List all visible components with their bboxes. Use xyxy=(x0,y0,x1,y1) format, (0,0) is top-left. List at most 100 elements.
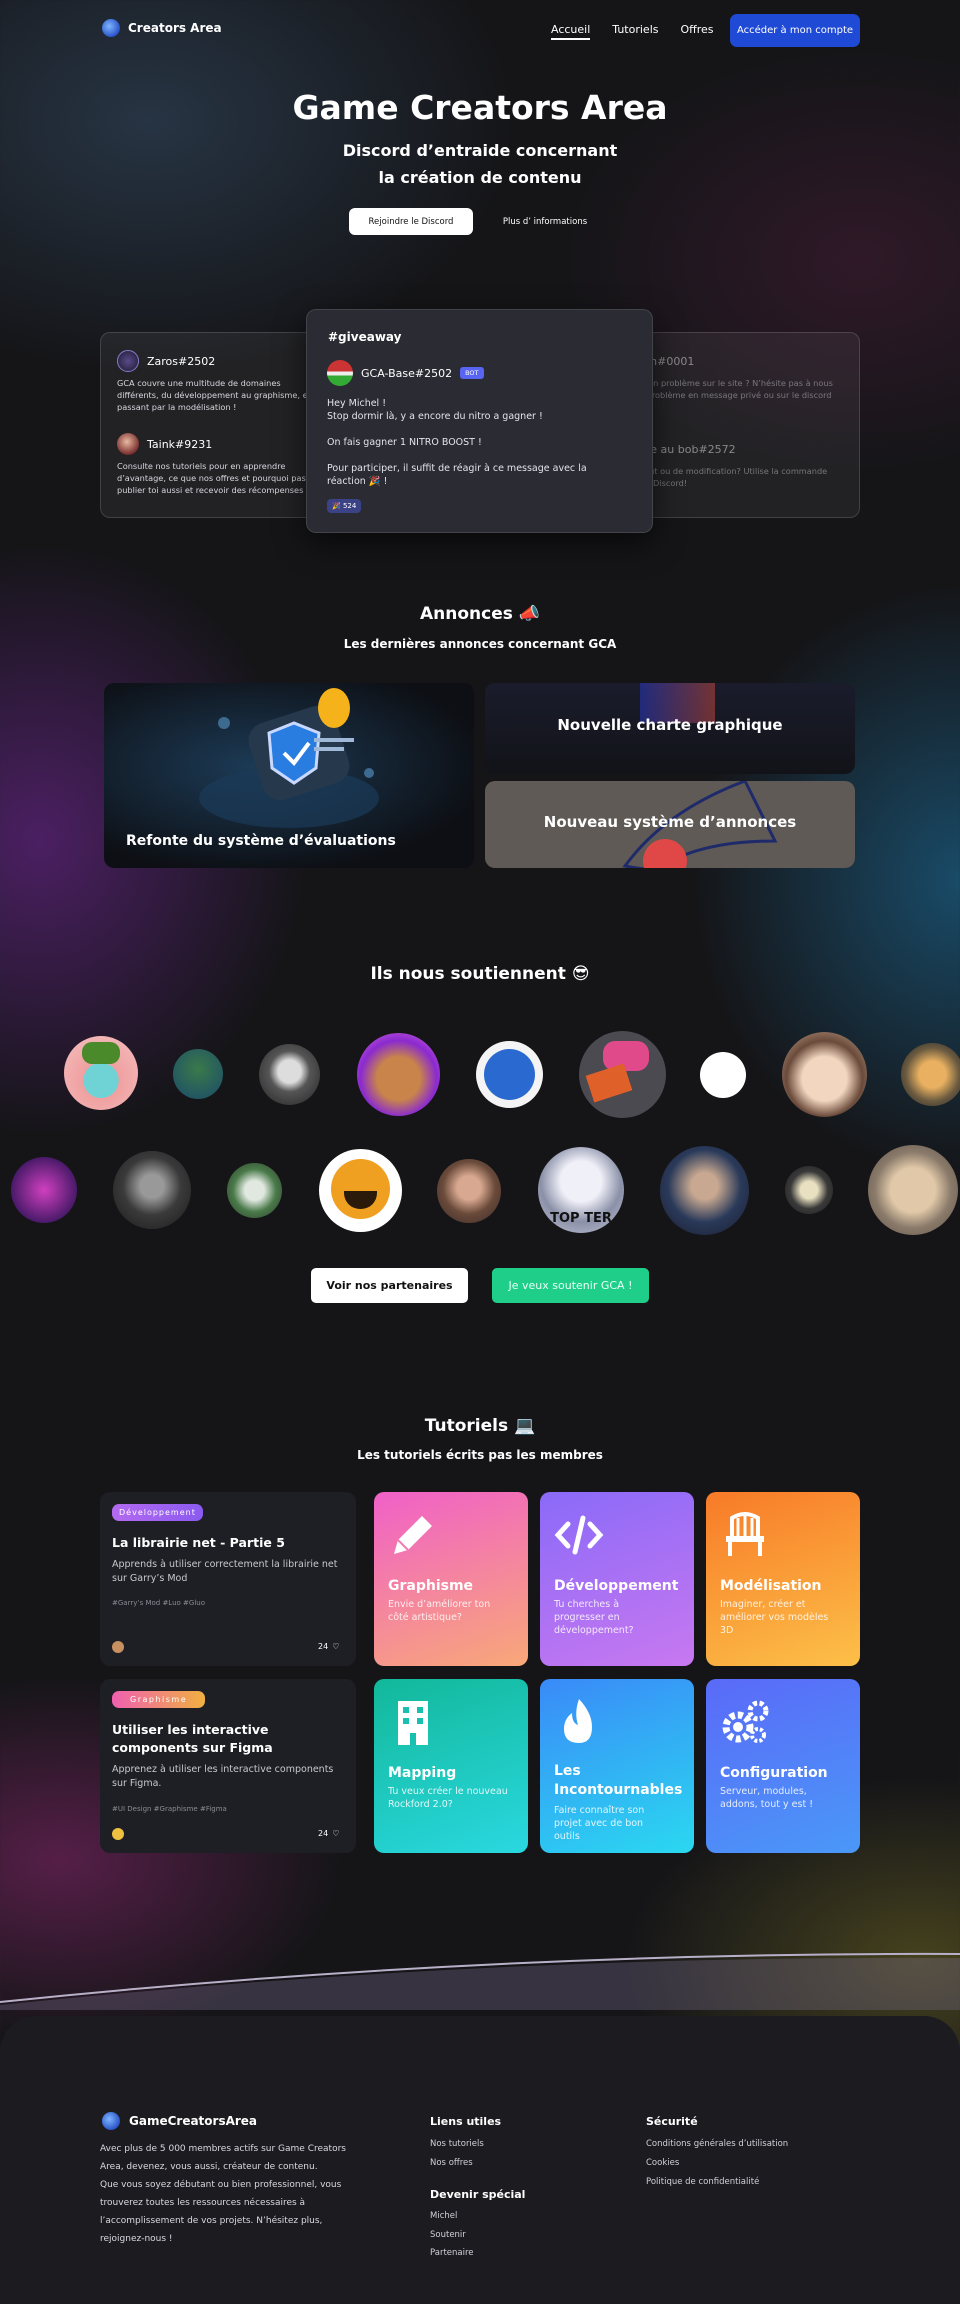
supporter-avatar[interactable] xyxy=(579,1031,666,1118)
footer-link-support[interactable]: Soutenir xyxy=(430,2230,466,2240)
category-title: Modélisation xyxy=(720,1578,822,1594)
author-avatar xyxy=(112,1641,124,1653)
category-developpement[interactable]: Développement Tu cherches à progresser e… xyxy=(540,1492,694,1666)
giveaway-body: Hey Michel ! Stop dormir là, y a encore … xyxy=(327,397,627,488)
tutorial-card[interactable]: Graphisme Utiliser les interactive compo… xyxy=(100,1679,356,1853)
footer-link-offers[interactable]: Nos offres xyxy=(430,2158,473,2168)
site-logo[interactable]: Creators Area xyxy=(102,19,222,37)
reaction-badge[interactable]: 🎉 524 xyxy=(327,499,362,513)
footer-link-cookies[interactable]: Cookies xyxy=(646,2158,679,2168)
gears-icon xyxy=(722,1700,769,1743)
supporter-avatar[interactable]: TOP TER xyxy=(538,1147,624,1233)
footer-link-partner[interactable]: Partenaire xyxy=(430,2248,474,2258)
join-discord-button[interactable]: Rejoindre le Discord xyxy=(349,208,473,235)
bot-header: GCA-Base#2502 BOT xyxy=(327,360,484,386)
message-author: GCA-Base#2502 xyxy=(361,366,453,380)
code-icon xyxy=(554,1515,604,1555)
footer-link-privacy[interactable]: Politique de confidentialité xyxy=(646,2177,759,2187)
footer-about-line: Area, devenez, vous aussi, créateur de c… xyxy=(100,2162,318,2172)
category-graphisme[interactable]: Graphisme Envie d’améliorer ton côté art… xyxy=(374,1492,528,1666)
supporter-avatar[interactable] xyxy=(782,1032,867,1117)
message-text: GCA couvre une multitude de domaines dif… xyxy=(117,378,313,412)
footer-link-michel[interactable]: Michel xyxy=(430,2211,457,2221)
bot-avatar xyxy=(327,360,353,386)
supporter-avatar[interactable] xyxy=(700,1052,746,1098)
footer-about-line: trouverez toutes les ressources nécessai… xyxy=(100,2198,306,2208)
tutorial-description: Apprends à utiliser correctement la libr… xyxy=(112,1559,338,1584)
supporters-title: Ils nous soutiennent 😎 xyxy=(370,964,590,984)
supporter-avatar[interactable] xyxy=(64,1036,138,1110)
supporter-avatar[interactable] xyxy=(785,1166,833,1214)
giveaway-line: Pour participer, il suffit de réagir à c… xyxy=(327,463,587,487)
giveaway-line: On fais gagner 1 NITRO BOOST ! xyxy=(327,437,482,448)
like-counter[interactable]: 24 ♡ xyxy=(318,1642,339,1651)
shield-illustration-icon xyxy=(199,688,379,828)
tutorial-hashtags: #Garry’s Mod #Luo #Gluo xyxy=(112,1599,205,1607)
heart-icon: ♡ xyxy=(332,1642,340,1651)
announcement-card[interactable]: Nouvelle charte graphique xyxy=(485,683,855,774)
nav-offres[interactable]: Offres xyxy=(680,23,713,40)
hero-subtitle-line2: la création de contenu xyxy=(378,168,582,187)
supporter-avatar[interactable] xyxy=(319,1149,402,1232)
footer-link-terms[interactable]: Conditions générales d’utilisation xyxy=(646,2139,788,2149)
footer-brand[interactable]: GameCreatorsArea xyxy=(102,2112,257,2130)
category-modelisation[interactable]: Modélisation Imaginer, créer et améliore… xyxy=(706,1492,860,1666)
supporter-avatar[interactable] xyxy=(259,1044,320,1105)
supporter-avatar[interactable] xyxy=(868,1145,958,1235)
giveaway-message-card: #giveaway GCA-Base#2502 BOT Hey Michel !… xyxy=(306,309,653,533)
footer-brand-name: GameCreatorsArea xyxy=(129,2114,258,2128)
account-button[interactable]: Accéder à mon compte xyxy=(730,14,860,47)
globe-logo-icon xyxy=(102,19,120,37)
building-icon xyxy=(398,1701,428,1745)
category-description: Envie d’améliorer ton côté artistique? xyxy=(388,1599,491,1623)
pencil-icon xyxy=(394,1516,432,1554)
support-gca-button[interactable]: Je veux soutenir GCA ! xyxy=(492,1268,649,1303)
partners-button[interactable]: Voir nos partenaires xyxy=(311,1268,468,1303)
footer-about-line: Avec plus de 5 000 membres actifs sur Ga… xyxy=(100,2144,346,2154)
discord-message: Zaros#2502 GCA couvre une multitude de d… xyxy=(117,350,317,413)
fire-icon xyxy=(564,1699,592,1743)
message-author: Taink#9231 xyxy=(147,437,213,451)
footer-about: Avec plus de 5 000 membres actifs sur Ga… xyxy=(100,2140,360,2248)
decorative-wave xyxy=(0,1952,960,2010)
supporter-avatar[interactable] xyxy=(901,1043,960,1106)
tutorial-card[interactable]: Développement La librairie net - Partie … xyxy=(100,1492,356,1666)
hero-subtitle-line1: Discord d’entraide concernant xyxy=(342,141,618,160)
brick-icon xyxy=(585,1063,633,1103)
channel-name: #giveaway xyxy=(328,330,402,344)
avatar xyxy=(117,350,139,372)
category-incontournables[interactable]: Les Incontournables Faire connaître son … xyxy=(540,1679,694,1853)
supporter-avatar[interactable] xyxy=(11,1157,77,1223)
logo-text: Creators Area xyxy=(128,21,222,35)
orange-monster-icon xyxy=(331,1159,390,1219)
announcements-subtitle: Les dernières annonces concernant GCA xyxy=(343,637,617,651)
category-mapping[interactable]: Mapping Tu veux créer le nouveau Rockfor… xyxy=(374,1679,528,1853)
discord-message: Taink#9231 Consulte nos tutoriels pour e… xyxy=(117,433,317,496)
category-description: Tu cherches à progresser en développemen… xyxy=(554,1599,634,1636)
supporter-avatar[interactable] xyxy=(113,1151,191,1229)
tutorial-tag: Graphisme xyxy=(112,1691,206,1708)
nav-tutoriels[interactable]: Tutoriels xyxy=(612,23,658,40)
category-title: Configuration xyxy=(720,1765,828,1781)
like-counter[interactable]: 24 ♡ xyxy=(318,1829,339,1838)
tutorial-title: Utiliser les interactive components sur … xyxy=(112,1722,273,1755)
like-count: 24 xyxy=(318,1829,329,1838)
supporter-avatar[interactable] xyxy=(660,1146,749,1235)
nav-accueil[interactable]: Accueil xyxy=(551,23,591,40)
more-info-button[interactable]: Plus d’ informations xyxy=(489,208,601,235)
supporter-avatar[interactable] xyxy=(357,1033,440,1116)
supporter-avatar[interactable] xyxy=(173,1049,223,1099)
announcement-card[interactable]: Refonte du système d’évaluations xyxy=(104,683,474,868)
like-count: 24 xyxy=(318,1642,329,1651)
announcements-title: Annonces 📣 xyxy=(420,604,540,624)
message-author: Zaros#2502 xyxy=(147,354,216,368)
announcement-card[interactable]: Nouveau système d’annonces xyxy=(485,781,855,868)
announcement-title: Nouveau système d’annonces xyxy=(543,813,797,831)
footer-security-title: Sécurité xyxy=(646,2115,698,2128)
supporter-avatar[interactable] xyxy=(476,1041,543,1108)
footer-link-tutorials[interactable]: Nos tutoriels xyxy=(430,2139,484,2149)
supporter-avatar[interactable] xyxy=(437,1159,501,1223)
cookie-monster-icon xyxy=(484,1049,535,1100)
supporter-avatar[interactable] xyxy=(227,1163,282,1218)
category-configuration[interactable]: Configuration Serveur, modules, addons, … xyxy=(706,1679,860,1853)
